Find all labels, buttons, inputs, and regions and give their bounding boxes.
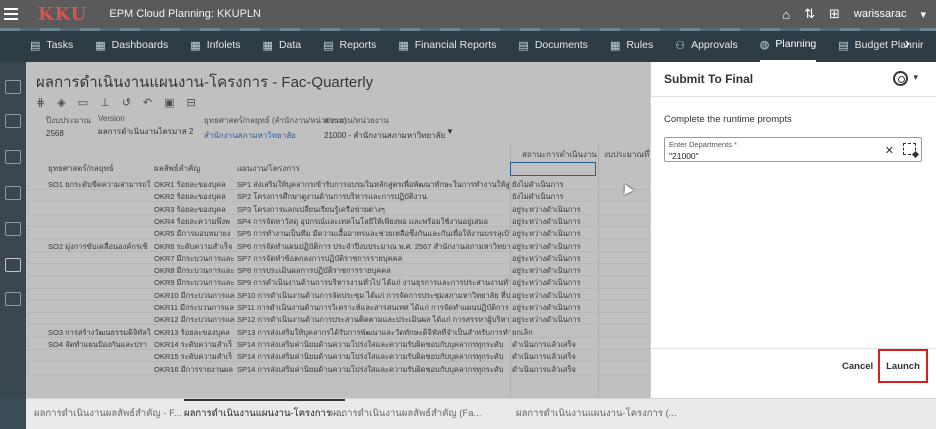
field-label: Enter Departments * (669, 140, 737, 149)
nav-label: Approvals (691, 39, 738, 51)
apps-grid-icon[interactable]: ⊞ (829, 6, 840, 22)
nav-label: Budget Plannir (854, 39, 924, 51)
globe-icon: ◍ (759, 38, 770, 51)
grid-icon: ▦ (398, 39, 409, 52)
clear-icon[interactable]: ✕ (885, 144, 894, 157)
nav-reports[interactable]: ▤ Reports (323, 28, 376, 62)
nav-dashboards[interactable]: ▦ Dashboards (95, 28, 168, 62)
nav-label: Documents (534, 39, 588, 51)
top-bar: KKU EPM Cloud Planning: KKUPLN ⌂ ⇅ ⊞ war… (0, 0, 936, 28)
navigator-icon[interactable]: ⇅ (804, 6, 815, 22)
org-icon: ⚇ (675, 39, 686, 52)
submit-to-final-dialog: Submit To Final ▾ Complete the runtime p… (650, 62, 936, 398)
nav-approvals[interactable]: ⚇ Approvals (675, 28, 738, 62)
app-title: EPM Cloud Planning: KKUPLN (109, 8, 261, 20)
nav-documents[interactable]: ▤ Documents (518, 28, 588, 62)
nav-label: Rules (626, 39, 654, 51)
help-icon[interactable] (893, 71, 908, 86)
bottom-tab-active[interactable]: ผลการดำเนินงานแผนงาน-โครงการ -... (184, 399, 345, 421)
help-caret-icon[interactable]: ▾ (913, 72, 918, 83)
departments-input[interactable] (669, 150, 869, 161)
grid-icon: ▦ (609, 39, 621, 52)
bottom-tab[interactable]: ผลการดำเนินงานผลลัพธ์สำคัญ (Fa... (330, 406, 481, 421)
nav-data[interactable]: ▦ Data (263, 28, 302, 62)
top-right-controls: ⌂ ⇅ ⊞ warissarac ▾ (782, 0, 926, 28)
nav-label: Data (278, 39, 302, 51)
document-icon: ▤ (518, 39, 529, 52)
launch-button[interactable]: Launch (878, 349, 928, 383)
nav-label: Dashboards (111, 39, 169, 51)
divider (651, 96, 936, 97)
nav-label: Reports (339, 39, 377, 51)
nav-planning[interactable]: ◍ Planning (759, 28, 817, 62)
home-icon[interactable]: ⌂ (782, 7, 790, 22)
grid-icon: ▦ (262, 39, 273, 52)
required-mark: * (733, 140, 737, 149)
nav-rules[interactable]: ▦ Rules (610, 28, 653, 62)
nav-budget-planning[interactable]: ▤ Budget Plannir (838, 28, 923, 62)
bottom-tabs: ผลการดำเนินงานผลลัพธ์สำคัญ - F... ผลการด… (26, 398, 936, 429)
modal-backdrop (0, 62, 650, 398)
clipboard-icon: ▤ (30, 39, 41, 52)
user-menu[interactable]: warissarac (854, 8, 907, 20)
nav-label: Planning (775, 38, 817, 50)
document-icon: ▤ (838, 39, 849, 52)
prompt-heading: Complete the runtime prompts (664, 114, 792, 125)
field-label-text: Enter Departments (669, 140, 732, 149)
hamburger-menu-icon[interactable] (4, 8, 24, 20)
nav-infolets[interactable]: ▦ Infolets (190, 28, 240, 62)
nav-tasks[interactable]: ▤ Tasks (30, 28, 73, 62)
nav-label: Tasks (46, 39, 74, 51)
grid-icon: ▦ (190, 39, 201, 52)
bottom-tab[interactable]: ผลการดำเนินงานแผนงาน-โครงการ (... (516, 406, 677, 421)
document-icon: ▤ (323, 39, 334, 52)
member-selector-icon[interactable] (903, 143, 916, 155)
dialog-title: Submit To Final (664, 72, 754, 86)
navigation-bar: ▤ Tasks ▦ Dashboards ▦ Infolets ▦ Data ▤ Repo… (0, 28, 936, 62)
user-caret-icon[interactable]: ▾ (920, 8, 926, 21)
departments-field[interactable]: Enter Departments* ✕ (664, 137, 922, 162)
cancel-button[interactable]: Cancel (842, 361, 873, 372)
bottom-tab[interactable]: ผลการดำเนินงานผลลัพธ์สำคัญ - F... (34, 406, 182, 421)
logo: KKU (38, 3, 88, 25)
nav-scroll-right-icon[interactable]: › (905, 35, 910, 53)
grid-icon: ▦ (95, 39, 106, 52)
nav-financial-reports[interactable]: ▦ Financial Reports (398, 28, 496, 62)
nav-label: Infolets (206, 39, 241, 51)
nav-label: Financial Reports (414, 39, 497, 51)
